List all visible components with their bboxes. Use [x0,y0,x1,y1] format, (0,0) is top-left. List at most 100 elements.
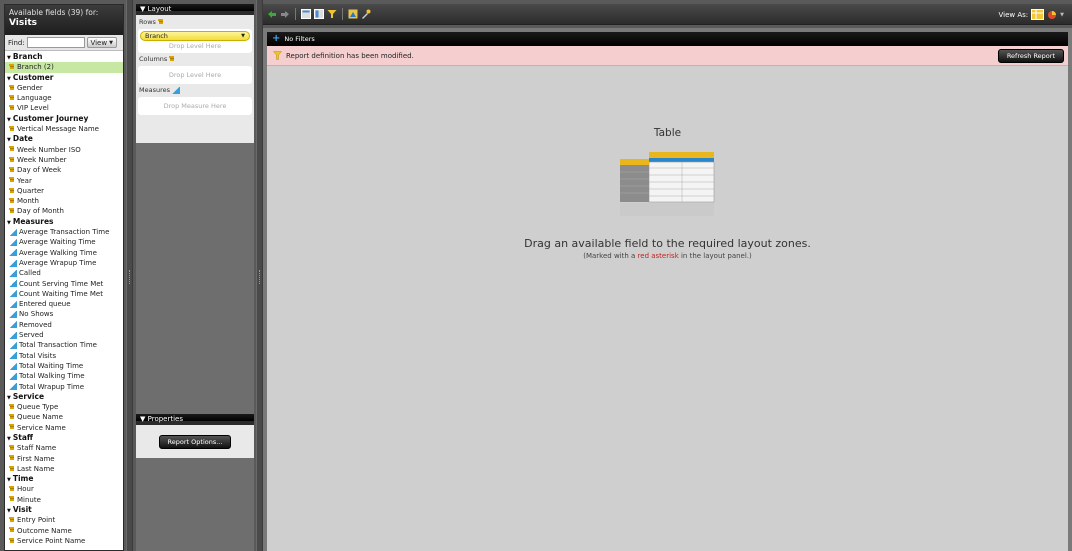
filters-bar[interactable]: + No Filters [267,32,1068,46]
chart-options-icon[interactable] [348,9,358,19]
filter-icon[interactable] [327,9,337,19]
field-item[interactable]: Month [5,196,123,206]
add-filter-icon[interactable]: + [272,32,280,46]
field-item[interactable]: Year [5,176,123,186]
view-as-control[interactable]: View As: ▼ [999,9,1064,20]
field-item[interactable]: Queue Type [5,402,123,412]
expand-triangle-icon[interactable]: ▼ [7,220,11,226]
expand-triangle-icon[interactable]: ▼ [7,137,11,143]
field-item[interactable]: Entry Point [5,515,123,525]
field-item[interactable]: No Shows [5,309,123,319]
measures-drop-hint: Drop Measure Here [163,102,227,110]
chevron-down-icon[interactable]: ▼ [241,32,245,40]
field-item[interactable]: Average Waiting Time [5,237,123,247]
field-group-header[interactable]: ▼ Measures [5,217,123,227]
field-item[interactable]: Vertical Message Name [5,124,123,134]
field-item[interactable]: Average Transaction Time [5,227,123,237]
report-options-button[interactable]: Report Options... [158,434,232,449]
field-item[interactable]: Total Walking Time [5,371,123,381]
refresh-report-button[interactable]: Refresh Report [997,49,1064,63]
dimension-icon [9,105,15,112]
field-item[interactable]: Staff Name [5,443,123,453]
expand-triangle-icon[interactable]: ▼ [7,395,11,401]
expand-triangle-icon[interactable]: ▼ [7,55,11,61]
columns-drop-zone[interactable]: Drop Level Here [138,66,252,84]
field-item[interactable]: First Name [5,454,123,464]
field-item[interactable]: Quarter [5,186,123,196]
measure-icon [9,311,17,319]
field-group-header[interactable]: ▼ Staff [5,433,123,443]
field-item[interactable]: Minute [5,495,123,505]
field-item[interactable]: Hour [5,484,123,494]
chart-type-icon[interactable] [1047,10,1057,20]
field-item-label: Staff Name [17,444,57,453]
field-group-header[interactable]: ▼ Time [5,474,123,484]
field-group-header[interactable]: ▼ Customer [5,73,123,83]
field-item[interactable]: Total Visits [5,351,123,361]
dimension-icon [9,146,15,153]
field-item[interactable]: Queue Name [5,412,123,422]
field-item[interactable]: Language [5,93,123,103]
field-item[interactable]: Count Serving Time Met [5,279,123,289]
field-item[interactable]: Total Wrapup Time [5,382,123,392]
expand-triangle-icon[interactable]: ▼ [7,436,11,442]
field-item[interactable]: Average Walking Time [5,248,123,258]
field-item[interactable]: VIP Level [5,103,123,113]
field-item[interactable]: Service Point Name [5,536,123,546]
left-splitter[interactable] [126,0,133,551]
field-item[interactable]: Entered queue [5,299,123,309]
report-area: + No Filters Report definition has been … [263,28,1072,551]
field-item[interactable]: Day of Month [5,206,123,216]
field-item[interactable]: Called [5,268,123,278]
field-item[interactable]: Week Number ISO [5,145,123,155]
measure-icon [9,331,17,339]
find-input[interactable] [26,37,85,48]
field-item[interactable]: Served [5,330,123,340]
field-group-header[interactable]: ▼ Branch [5,52,123,62]
dimension-icon [9,208,15,215]
expand-triangle-icon[interactable]: ▼ [7,76,11,82]
field-item[interactable]: Total Transaction Time [5,340,123,350]
expand-triangle-icon[interactable]: ▼ [7,508,11,514]
field-item[interactable]: Week Number [5,155,123,165]
view-dropdown-button[interactable]: View ▼ [86,37,117,48]
rows-field-chip-branch[interactable]: Branch ▼ [140,31,250,41]
field-item-label: Branch (2) [17,63,54,72]
chevron-down-icon[interactable]: ▼ [1060,12,1064,18]
expand-triangle-icon[interactable]: ▼ [7,117,11,123]
expand-triangle-icon[interactable]: ▼ [7,477,11,483]
field-group-header[interactable]: ▼ Customer Journey [5,114,123,124]
middle-splitter[interactable] [256,0,263,551]
tools-icon[interactable] [361,9,371,19]
table-grid-icon[interactable] [1031,9,1045,20]
field-item[interactable]: Average Wrapup Time [5,258,123,268]
field-item[interactable]: Branch (2) [5,62,123,73]
dimension-icon [9,125,15,133]
field-item[interactable]: Service Name [5,423,123,433]
field-item[interactable]: Total Waiting Time [5,361,123,371]
field-item[interactable]: Last Name [5,464,123,474]
field-item-label: Week Number ISO [17,145,81,154]
rows-drop-zone[interactable]: Branch ▼ Drop Level Here [138,29,252,53]
find-label: Find: [8,38,25,47]
field-group-header[interactable]: ▼ Visit [5,505,123,515]
field-item-label: Queue Type [17,403,59,412]
field-item[interactable]: Removed [5,320,123,330]
field-group-header[interactable]: ▼ Service [5,392,123,402]
asterisk-hint-prefix: (Marked with a [583,252,638,260]
properties-panel-header[interactable]: ▼ Properties [136,414,254,425]
layout-view-icon[interactable] [314,9,324,19]
measures-drop-zone[interactable]: Drop Measure Here [138,97,252,115]
redo-icon[interactable] [280,9,290,19]
field-item-label: Language [17,94,52,103]
table-view-icon[interactable] [301,9,311,19]
dimension-icon [9,424,15,431]
field-item[interactable]: Count Waiting Time Met [5,289,123,299]
field-group-label: Customer [12,72,54,82]
field-group-header[interactable]: ▼ Date [5,134,123,144]
field-item[interactable]: Day of Week [5,165,123,175]
field-item[interactable]: Gender [5,83,123,93]
layout-panel-header[interactable]: ▼ Layout [136,4,254,15]
field-item[interactable]: Outcome Name [5,526,123,536]
undo-icon[interactable] [267,9,277,19]
